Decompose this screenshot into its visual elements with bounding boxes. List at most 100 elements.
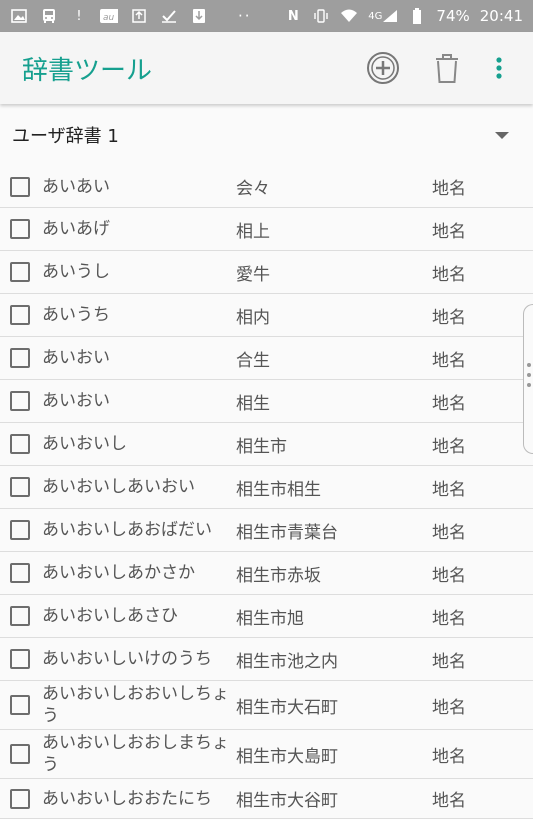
- list-item[interactable]: あいあげ 相上 地名: [0, 208, 533, 251]
- entry-word: 相生市赤坂: [236, 565, 321, 586]
- checkbox[interactable]: [10, 563, 30, 583]
- entry-part-of-speech: 地名: [432, 393, 466, 414]
- dictionary-dropdown[interactable]: ユーザ辞書 1: [0, 104, 533, 166]
- list-item[interactable]: あいおいしいけのうち 相生市池之内 地名: [0, 638, 533, 681]
- au-icon: au: [100, 8, 118, 24]
- list-item[interactable]: あいうし 愛牛 地名: [0, 251, 533, 294]
- entry-part-of-speech: 地名: [432, 221, 466, 242]
- handle-dot: [527, 373, 531, 377]
- wifi-icon: [340, 8, 358, 24]
- entry-part-of-speech: 地名: [432, 479, 466, 500]
- list-item[interactable]: あいおいしあおばだい 相生市青葉台 地名: [0, 509, 533, 552]
- list-item[interactable]: あいおいしあいおい 相生市相生 地名: [0, 466, 533, 509]
- list-item[interactable]: あいおいしあかさか 相生市赤坂 地名: [0, 552, 533, 595]
- svg-text:au: au: [103, 13, 115, 23]
- checkbox[interactable]: [10, 391, 30, 411]
- list-item[interactable]: あいおい 相生 地名: [0, 380, 533, 423]
- list-item[interactable]: あいおいしおおたにち 相生市大谷町 地名: [0, 779, 533, 819]
- entry-word: 相生: [236, 393, 270, 414]
- checkbox[interactable]: [10, 434, 30, 454]
- checkbox[interactable]: [10, 606, 30, 626]
- checkbox[interactable]: [10, 520, 30, 540]
- entry-reading: あいおいしおおしまちょう: [42, 733, 229, 775]
- checkbox[interactable]: [10, 477, 30, 497]
- entry-word: 会々: [236, 179, 270, 199]
- system-icons: N 4G 74% 20:41: [284, 7, 523, 25]
- entry-reading: あいおいしあおばだい: [42, 520, 212, 540]
- entry-part-of-speech: 地名: [432, 697, 466, 718]
- nfc-icon: N: [287, 8, 299, 24]
- handle-dot: [527, 363, 531, 367]
- more-vert-icon: [496, 57, 502, 79]
- app-bar-actions: [363, 48, 511, 88]
- bus-icon: [40, 8, 58, 24]
- overflow-menu-button[interactable]: [487, 48, 511, 88]
- delete-button[interactable]: [427, 48, 467, 88]
- list-item[interactable]: あいおいし 相生市 地名: [0, 423, 533, 466]
- list-item[interactable]: あいうち 相内 地名: [0, 294, 533, 337]
- entry-word: 相生市大島町: [236, 746, 338, 767]
- entry-reading: あいあい: [42, 176, 110, 197]
- entry-list: あいあい 会々 地名 あいあげ 相上 地名 あいうし 愛牛 地名 あいうち 相内 地名 あいおい 合生 地名…: [0, 166, 533, 819]
- checkbox[interactable]: [10, 348, 30, 368]
- add-button[interactable]: [363, 48, 403, 88]
- entry-reading: あいうし: [42, 262, 110, 282]
- handle-dot: [527, 383, 531, 387]
- entry-part-of-speech: 地名: [432, 307, 466, 328]
- entry-part-of-speech: 地名: [432, 179, 466, 199]
- entry-part-of-speech: 地名: [432, 436, 466, 457]
- entry-reading: あいおいしいけのうち: [42, 649, 212, 669]
- entry-part-of-speech: 地名: [432, 746, 466, 767]
- entry-reading: あいおい: [42, 348, 110, 368]
- chevron-down-icon: [495, 131, 509, 139]
- entry-reading: あいおいし: [42, 434, 127, 454]
- checkbox[interactable]: [10, 262, 30, 282]
- entry-word: 合生: [236, 350, 270, 371]
- signal-icon: 4G: [368, 8, 398, 24]
- list-item[interactable]: あいあい 会々 地名: [0, 166, 533, 208]
- entry-word: 相上: [236, 221, 270, 242]
- entry-word: 相生市青葉台: [236, 522, 338, 543]
- trash-icon: [436, 54, 458, 83]
- battery-icon: [408, 8, 426, 24]
- app-title: 辞書ツール: [22, 55, 153, 86]
- entry-reading: あいあげ: [42, 219, 110, 239]
- entry-word: 相生市: [236, 436, 287, 457]
- entry-reading: あいおいしあいおい: [42, 477, 195, 497]
- entry-reading: あいおいしおおいしちょう: [42, 684, 229, 726]
- image-icon: [10, 8, 28, 24]
- check-icon: [160, 8, 178, 24]
- entry-word: 相生市相生: [236, 479, 321, 500]
- app-bar: 辞書ツール: [0, 32, 533, 104]
- checkbox[interactable]: [10, 219, 30, 239]
- entry-part-of-speech: 地名: [432, 522, 466, 543]
- entry-word: 相生市旭: [236, 608, 304, 629]
- battery-percent: 74%: [436, 7, 470, 25]
- entry-word: 愛牛: [236, 264, 270, 285]
- edge-panel-handle[interactable]: [523, 304, 533, 454]
- entry-word: 相内: [236, 307, 270, 328]
- upload-icon: [130, 8, 148, 24]
- list-item[interactable]: あいおいしおおしまちょう 相生市大島町 地名: [0, 730, 533, 779]
- add-icon: [367, 52, 399, 84]
- checkbox[interactable]: [10, 744, 30, 764]
- list-item[interactable]: あいおい 合生 地名: [0, 337, 533, 380]
- clock: 20:41: [479, 7, 523, 25]
- entry-part-of-speech: 地名: [432, 651, 466, 672]
- entry-reading: あいうち: [42, 305, 110, 325]
- network-type: 4G: [368, 10, 383, 22]
- checkbox[interactable]: [10, 305, 30, 325]
- vibrate-icon: [312, 8, 330, 24]
- download-icon: [190, 8, 208, 24]
- checkbox[interactable]: [10, 649, 30, 669]
- checkbox[interactable]: [10, 788, 30, 809]
- entry-reading: あいおいしあさひ: [42, 606, 178, 626]
- entry-part-of-speech: 地名: [432, 264, 466, 285]
- list-item[interactable]: あいおいしあさひ 相生市旭 地名: [0, 595, 533, 638]
- entry-part-of-speech: 地名: [432, 350, 466, 371]
- list-item[interactable]: あいおいしおおいしちょう 相生市大石町 地名: [0, 681, 533, 730]
- entry-reading: あいおい: [42, 391, 110, 411]
- notification-icons: ! au ··: [10, 7, 252, 25]
- checkbox[interactable]: [10, 695, 30, 715]
- checkbox[interactable]: [10, 176, 30, 197]
